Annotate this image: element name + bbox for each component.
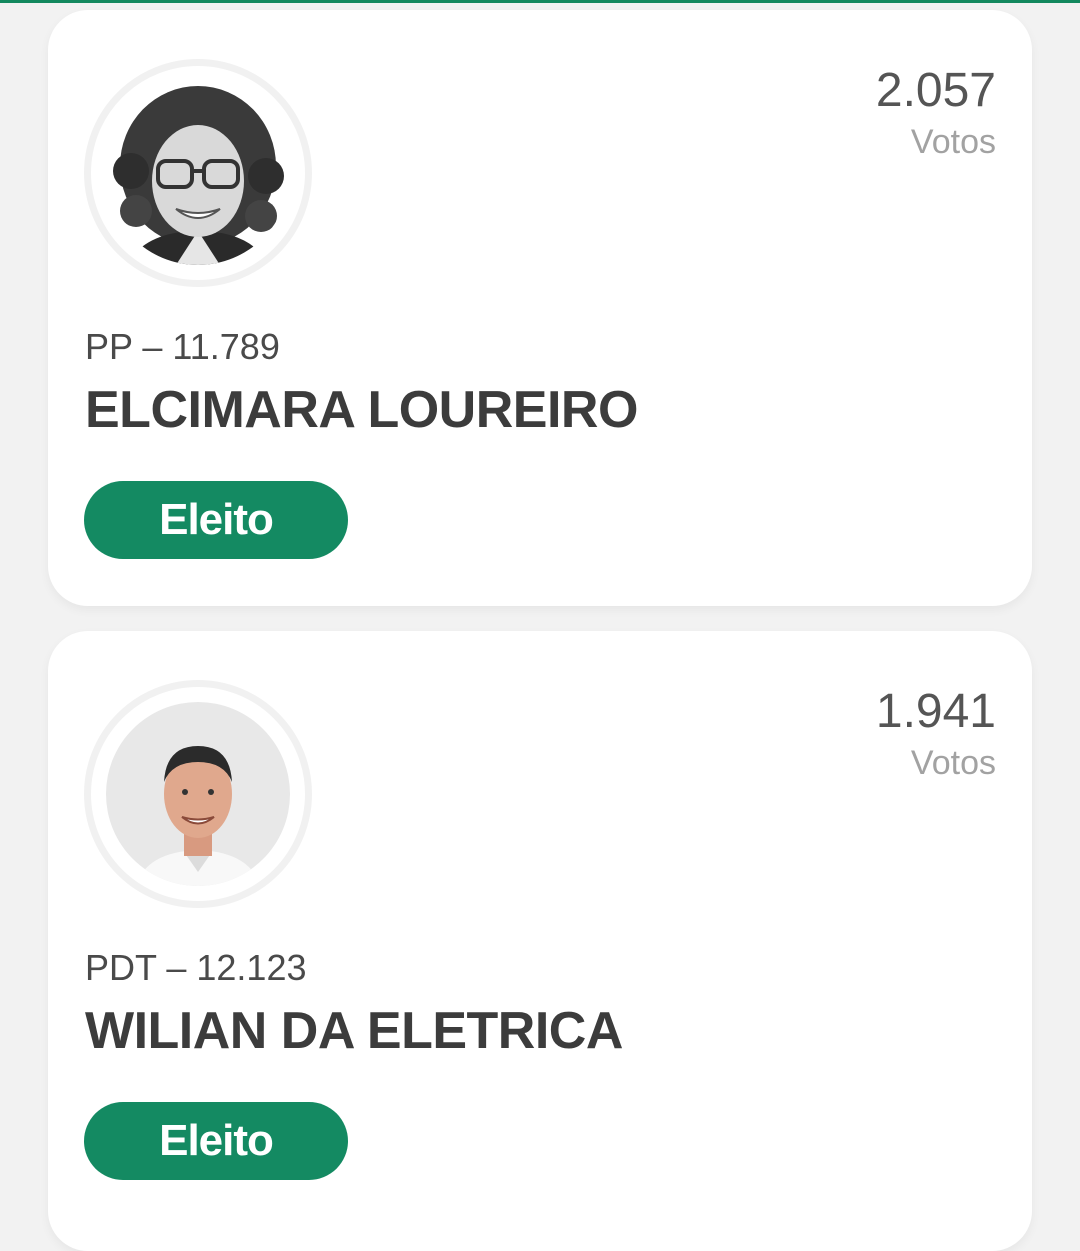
avatar <box>84 59 312 287</box>
vote-count: 2.057 <box>875 64 996 117</box>
party-number: PP – 11.789 <box>85 326 280 367</box>
candidate-photo-woman <box>106 81 290 265</box>
candidate-card[interactable]: 1.941 Votos PDT – 12.123 WILIAN DA ELETR… <box>48 631 1032 1251</box>
vote-count: 1.941 <box>875 685 996 738</box>
candidate-photo-man <box>106 702 290 886</box>
avatar <box>84 680 312 908</box>
party-number: PDT – 12.123 <box>85 947 307 988</box>
status-badge: Eleito <box>84 1102 348 1180</box>
candidate-name: WILIAN DA ELETRICA <box>85 1002 623 1060</box>
vote-label: Votos <box>910 744 996 782</box>
top-accent-line <box>0 0 1080 3</box>
candidate-name: ELCIMARA LOUREIRO <box>85 381 638 439</box>
candidate-card[interactable]: 2.057 Votos PP – 11.789 ELCIMARA LOUREIR… <box>48 10 1032 606</box>
vote-label: Votos <box>910 123 996 161</box>
vote-count-block: 2.057 Votos <box>876 64 996 162</box>
vote-count-block: 1.941 Votos <box>876 685 996 783</box>
status-badge: Eleito <box>84 481 348 559</box>
